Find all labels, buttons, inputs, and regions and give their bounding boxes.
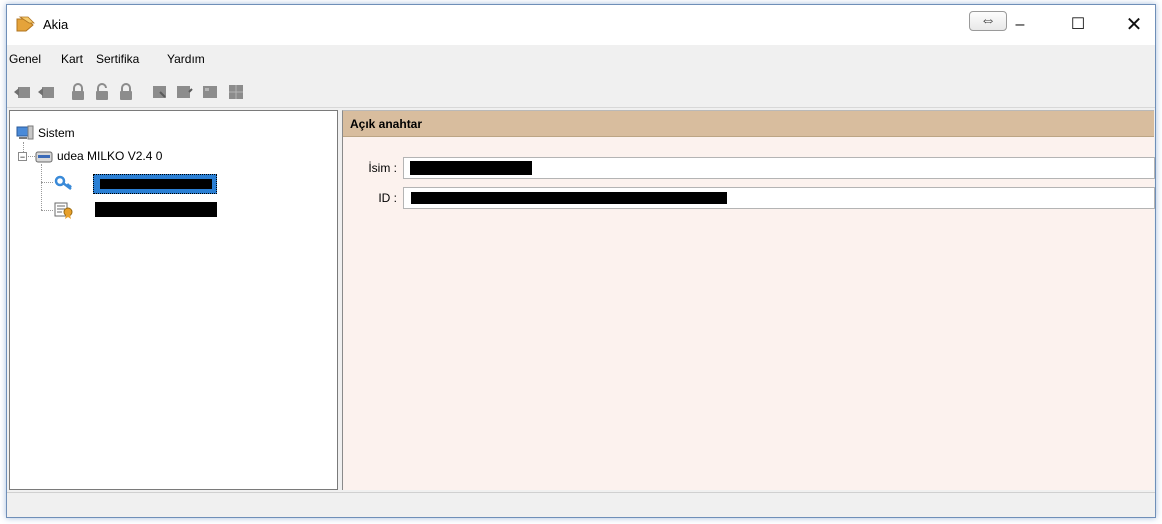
tree-item-key-selected[interactable] [93,174,217,194]
tree-connector [23,142,24,152]
unlock-icon[interactable] [93,83,111,101]
window-title: Akia [43,17,69,32]
lock-key-icon[interactable] [69,83,87,101]
card-icon[interactable] [201,83,219,101]
computer-icon [16,125,34,140]
close-button[interactable]: ✕ [1111,5,1155,45]
tree-connector [41,210,53,211]
redaction-block [411,192,727,204]
card-reader-icon [35,151,53,163]
tree-root-sistem[interactable]: Sistem [38,126,75,140]
grid-icon[interactable] [227,83,245,101]
certificate-icon [54,202,73,219]
cert-export-icon[interactable] [175,83,193,101]
detail-header-title: Açık anahtar [350,117,423,131]
cert-import-icon[interactable] [151,83,169,101]
tree-connector [41,164,42,210]
maximize-button[interactable]: ☐ [1055,5,1101,45]
id-label: ID : [378,191,397,205]
card-add-icon[interactable] [13,83,31,101]
tree-item-reader[interactable]: udea MILKO V2.4 0 [57,149,162,163]
name-label: İsim : [368,161,397,175]
card-remove-icon[interactable] [37,83,55,101]
name-field[interactable] [403,157,1155,179]
status-bar [7,492,1155,517]
key-icon [54,175,72,190]
menu-genel[interactable]: Genel [9,52,41,66]
tree-panel: Sistem − udea MILKO V2.4 0 [9,110,338,490]
menu-sertifika[interactable]: Sertifika [96,52,139,66]
minimize-button[interactable]: – [997,5,1043,45]
toolbar [7,73,1155,108]
detail-panel: Açık anahtar İsim : ID : [342,110,1155,490]
redaction-block [95,202,217,217]
tree-item-certificate[interactable] [95,202,217,218]
menu-bar: Genel Kart Sertifika Yardım [7,49,1155,69]
app-window: Akia ⇔ – ☐ ✕ Genel Kart Sertifika Yardım [6,4,1156,518]
collapse-toggle[interactable]: − [18,152,27,162]
menu-kart[interactable]: Kart [61,52,83,66]
detail-header: Açık anahtar [343,111,1154,137]
tree-connector [28,156,35,157]
title-bar[interactable]: Akia ⇔ – ☐ ✕ [7,5,1155,45]
redaction-block [100,179,212,189]
lock-icon[interactable] [117,83,135,101]
id-field[interactable] [403,187,1155,209]
tree-connector [41,182,53,183]
app-logo-icon [16,16,35,32]
redaction-block [410,161,532,175]
menu-yardim[interactable]: Yardım [167,52,205,66]
